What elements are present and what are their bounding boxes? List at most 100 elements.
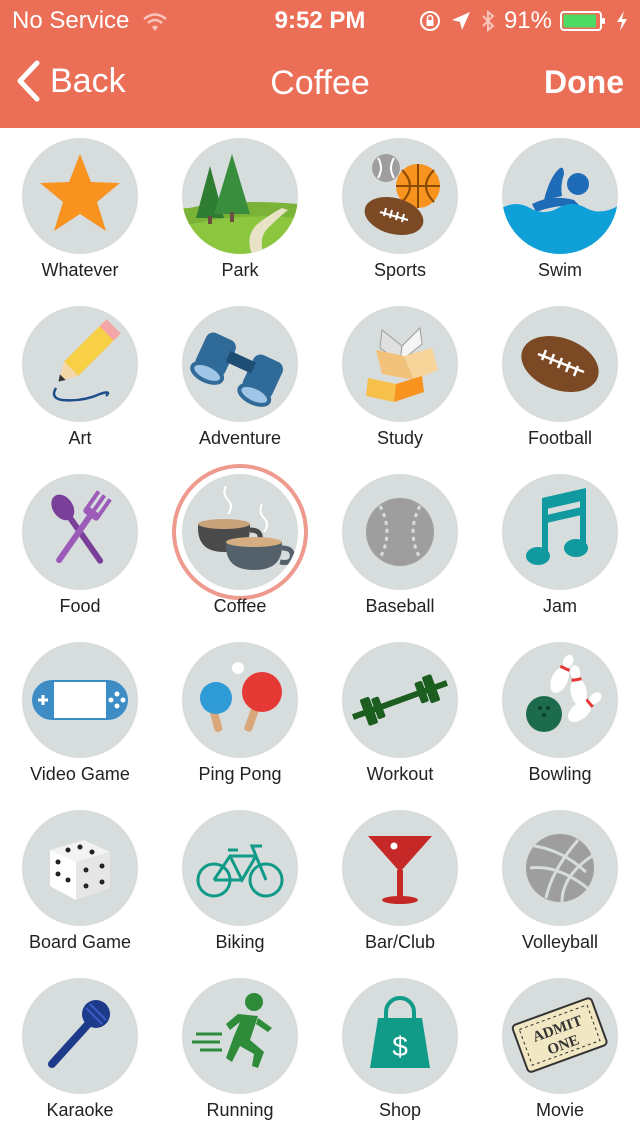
charging-bolt-icon xyxy=(617,11,627,31)
dice-icon xyxy=(50,840,110,900)
activity-label: Sports xyxy=(373,260,427,280)
status-indicators: 91% xyxy=(418,7,628,35)
status-bar: No Service 9:52 PM 91% xyxy=(0,0,640,40)
activity-park[interactable]: Park xyxy=(160,128,320,296)
activity-running[interactable]: Running xyxy=(160,968,320,1136)
baseball-icon xyxy=(366,498,434,566)
sports-balls-icon xyxy=(364,154,440,236)
microphone-icon xyxy=(48,1000,110,1068)
activity-jam[interactable]: Jam xyxy=(480,464,640,632)
activity-bar-club[interactable]: Bar/Club xyxy=(320,800,480,968)
activity-label: Art xyxy=(68,428,92,448)
activity-swim[interactable]: Swim xyxy=(480,128,640,296)
pencil-icon xyxy=(52,319,121,402)
rotation-lock-icon xyxy=(419,11,440,31)
activity-circle xyxy=(182,306,298,422)
runner-icon xyxy=(192,993,272,1068)
activity-label: Ping Pong xyxy=(198,764,282,784)
cocktail-icon xyxy=(368,836,432,904)
activity-sports[interactable]: Sports xyxy=(320,128,480,296)
header-bar: No Service 9:52 PM 91% Back Coffee Done xyxy=(0,0,640,128)
activity-label: Movie xyxy=(535,1100,584,1120)
activity-adventure[interactable]: Adventure xyxy=(160,296,320,464)
bicycle-icon xyxy=(196,844,284,898)
activity-circle xyxy=(502,306,618,422)
navigation-bar: Back Coffee Done xyxy=(0,40,640,128)
battery-percent: 91% xyxy=(503,7,552,34)
activity-circle xyxy=(342,474,458,590)
activity-circle xyxy=(22,306,138,422)
activity-grid: Whatever Park Sports Swim Art Adventure … xyxy=(0,128,640,1136)
activity-label: Food xyxy=(59,596,101,616)
activity-label: Shop xyxy=(378,1100,422,1120)
activity-circle xyxy=(182,810,298,926)
activity-workout[interactable]: Workout xyxy=(320,632,480,800)
activity-baseball[interactable]: Baseball xyxy=(320,464,480,632)
fork-spoon-icon xyxy=(51,490,112,564)
svg-text:$: $ xyxy=(392,1031,408,1062)
coffee-cups-icon xyxy=(198,485,295,570)
activity-circle xyxy=(182,978,298,1094)
activity-video-game[interactable]: Video Game xyxy=(0,632,160,800)
activity-circle xyxy=(182,138,298,254)
activity-label: Bowling xyxy=(528,764,592,784)
activity-label: Running xyxy=(206,1100,274,1120)
park-icon xyxy=(182,154,298,254)
activity-board-game[interactable]: Board Game xyxy=(0,800,160,968)
activity-label: Whatever xyxy=(41,260,119,280)
activity-label: Karaoke xyxy=(46,1100,114,1120)
activity-circle xyxy=(22,642,138,758)
football-icon xyxy=(521,335,599,393)
activity-label: Jam xyxy=(542,596,577,616)
activity-circle xyxy=(342,642,458,758)
activity-circle xyxy=(502,138,618,254)
activity-coffee[interactable]: Coffee xyxy=(160,464,320,632)
location-arrow-icon xyxy=(451,12,470,30)
barbell-icon xyxy=(351,674,449,726)
activity-circle xyxy=(342,810,458,926)
activity-label: Biking xyxy=(215,932,265,952)
binoculars-icon xyxy=(190,332,284,407)
activity-label: Baseball xyxy=(365,596,435,616)
activity-bowling[interactable]: Bowling xyxy=(480,632,640,800)
activity-art[interactable]: Art xyxy=(0,296,160,464)
activity-label: Workout xyxy=(366,764,434,784)
books-icon xyxy=(366,326,438,402)
activity-circle xyxy=(182,474,298,590)
activity-karaoke[interactable]: Karaoke xyxy=(0,968,160,1136)
ping-pong-icon xyxy=(200,662,282,732)
activity-whatever[interactable]: Whatever xyxy=(0,128,160,296)
activity-circle xyxy=(342,306,458,422)
activity-food[interactable]: Food xyxy=(0,464,160,632)
bowling-icon xyxy=(526,654,602,732)
activity-label: Video Game xyxy=(30,764,130,784)
activity-movie[interactable]: ADMIT ONE Movie xyxy=(480,968,640,1136)
battery-icon xyxy=(560,11,605,31)
star-icon xyxy=(40,154,120,231)
activity-football[interactable]: Football xyxy=(480,296,640,464)
activity-circle xyxy=(502,642,618,758)
done-button[interactable]: Done xyxy=(544,64,624,101)
activity-label: Adventure xyxy=(198,428,282,448)
activity-label: Board Game xyxy=(28,932,132,952)
activity-circle xyxy=(342,138,458,254)
activity-label: Swim xyxy=(538,260,582,280)
activity-circle xyxy=(502,810,618,926)
activity-label: Study xyxy=(376,428,424,448)
activity-circle: ADMIT ONE xyxy=(502,978,618,1094)
activity-biking[interactable]: Biking xyxy=(160,800,320,968)
swimmer-icon xyxy=(502,167,618,254)
activity-shop[interactable]: $ Shop xyxy=(320,968,480,1136)
activity-circle xyxy=(22,978,138,1094)
activity-circle xyxy=(22,138,138,254)
activity-circle xyxy=(22,810,138,926)
activity-label: Bar/Club xyxy=(364,932,436,952)
bluetooth-icon xyxy=(482,9,495,33)
activity-ping-pong[interactable]: Ping Pong xyxy=(160,632,320,800)
activity-volleyball[interactable]: Volleyball xyxy=(480,800,640,968)
volleyball-icon xyxy=(526,834,594,903)
activity-label: Football xyxy=(527,428,593,448)
activity-circle xyxy=(502,474,618,590)
activity-study[interactable]: Study xyxy=(320,296,480,464)
activity-circle: $ xyxy=(342,978,458,1094)
